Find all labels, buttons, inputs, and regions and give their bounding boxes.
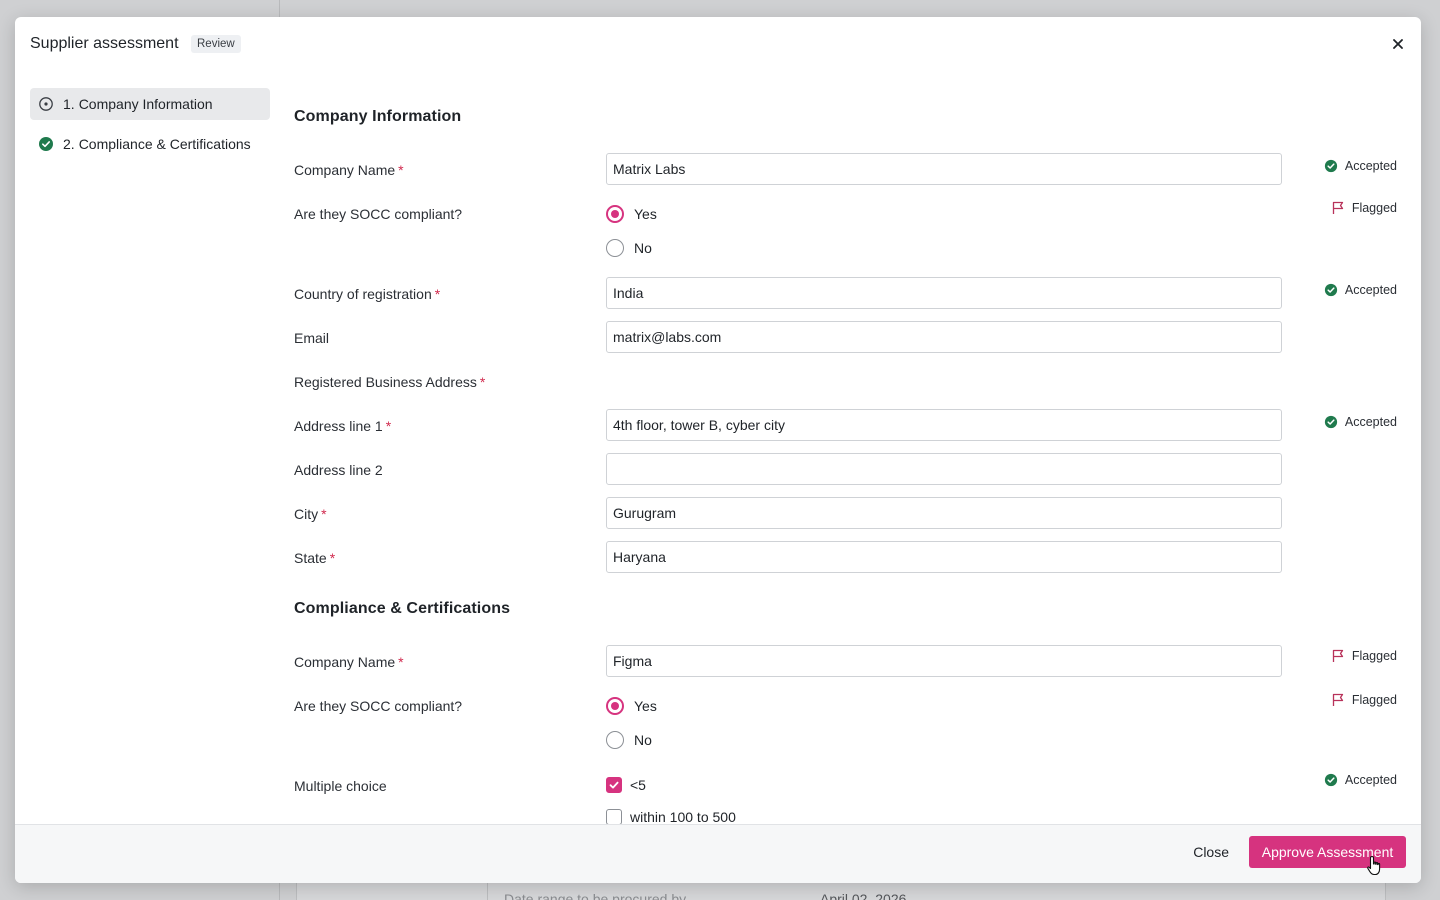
checkbox-option-100-500[interactable]: within 100 to 500 — [606, 809, 736, 824]
radio-option-yes[interactable]: Yes — [606, 697, 657, 715]
review-badge: Review — [191, 35, 241, 53]
circle-dot-icon — [38, 96, 54, 112]
flag-icon — [1331, 693, 1345, 707]
status-badge: Flagged — [1331, 693, 1397, 707]
background-panel-divider — [487, 880, 488, 900]
nav-item-label: Compliance & Certifications — [78, 136, 251, 152]
modal-header: Supplier assessment Review — [15, 17, 1421, 71]
flag-icon — [1331, 201, 1345, 215]
radio-option-yes[interactable]: Yes — [606, 205, 657, 223]
checkbox-checked[interactable] — [606, 777, 622, 793]
step-navigation: 1. Company Information 2. Compliance & C… — [30, 88, 270, 168]
nav-item-number: 1. — [63, 96, 75, 112]
status-badge: Accepted — [1324, 415, 1397, 429]
close-button[interactable]: Close — [1193, 844, 1229, 860]
supplier-assessment-modal: Supplier assessment Review 1. Company In… — [15, 17, 1421, 883]
field-label: Registered Business Address * — [294, 374, 486, 390]
compliance-company-name-input[interactable] — [606, 645, 1282, 677]
status-badge: Flagged — [1331, 201, 1397, 215]
nav-item-number: 2. — [63, 136, 75, 152]
check-circle-icon — [1324, 773, 1338, 787]
flag-icon — [1331, 649, 1345, 663]
state-input[interactable] — [606, 541, 1282, 573]
city-input[interactable] — [606, 497, 1282, 529]
field-label: Email — [294, 330, 330, 346]
check-circle-icon — [1324, 159, 1338, 173]
modal-footer: Close Approve Assessment — [15, 824, 1421, 883]
section-title-compliance-certifications: Compliance & Certifications — [294, 600, 511, 617]
field-label: Multiple choice — [294, 778, 387, 794]
modal-title: Supplier assessment — [30, 35, 179, 52]
background-field-label: Date range to be procured by — [504, 891, 687, 900]
check-circle-icon — [1324, 283, 1338, 297]
radio-selected[interactable] — [606, 205, 624, 223]
nav-item-compliance-certifications[interactable]: 2. Compliance & Certifications — [30, 128, 270, 160]
field-label: City * — [294, 506, 327, 522]
nav-item-label: Company Information — [78, 96, 213, 112]
company-name-input[interactable] — [606, 153, 1282, 185]
checkbox-option-lt5[interactable]: <5 — [606, 777, 646, 793]
country-input[interactable] — [606, 277, 1282, 309]
field-label: Are they SOCC compliant? — [294, 206, 463, 222]
field-label: Country of registration * — [294, 286, 441, 302]
address-line-2-input[interactable] — [606, 453, 1282, 485]
status-badge: Accepted — [1324, 283, 1397, 297]
field-label: Address line 1 * — [294, 418, 392, 434]
email-input[interactable] — [606, 321, 1282, 353]
field-label: Company Name * — [294, 654, 404, 670]
check-circle-icon — [38, 136, 54, 152]
field-label: Are they SOCC compliant? — [294, 698, 463, 714]
status-badge: Accepted — [1324, 773, 1397, 787]
radio-option-no[interactable]: No — [606, 239, 652, 257]
check-icon — [609, 781, 619, 789]
section-title-company-information: Company Information — [294, 108, 462, 125]
check-circle-icon — [1324, 415, 1338, 429]
field-label: Company Name * — [294, 162, 404, 178]
form-content: Company Information Company Name* Accept… — [294, 71, 1404, 824]
field-label: State * — [294, 550, 336, 566]
address-line-1-input[interactable] — [606, 409, 1282, 441]
checkbox-unchecked[interactable] — [606, 809, 622, 824]
radio-unselected[interactable] — [606, 731, 624, 749]
radio-selected[interactable] — [606, 697, 624, 715]
status-badge: Accepted — [1324, 159, 1397, 173]
background-field-value: April 02, 2026 — [820, 891, 907, 900]
close-icon[interactable] — [1389, 35, 1407, 53]
nav-item-company-information[interactable]: 1. Company Information — [30, 88, 270, 120]
radio-unselected[interactable] — [606, 239, 624, 257]
status-badge: Flagged — [1331, 649, 1397, 663]
hand-cursor-icon — [1367, 855, 1381, 876]
field-label: Address line 2 — [294, 462, 383, 478]
radio-option-no[interactable]: No — [606, 731, 652, 749]
